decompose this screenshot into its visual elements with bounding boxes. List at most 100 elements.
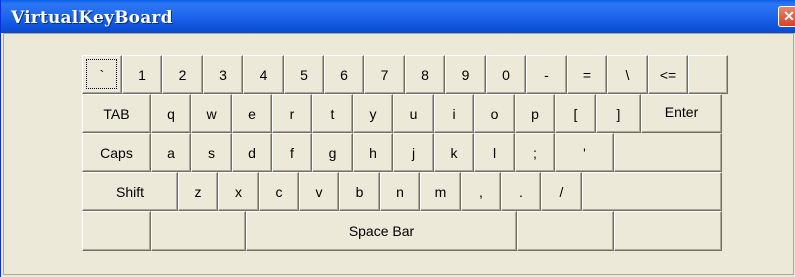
key-s[interactable]: s [191, 133, 232, 172]
key-blank-row5-3[interactable] [517, 211, 614, 251]
close-icon: ✕ [783, 8, 795, 24]
key-quote[interactable]: ' [555, 133, 614, 172]
key-label: 0 [502, 66, 510, 83]
key-right-bracket[interactable]: ] [596, 94, 641, 133]
key-label: q [167, 105, 175, 122]
key-label: - [544, 66, 549, 83]
key-k[interactable]: k [434, 133, 474, 172]
key-space-bar[interactable]: Space Bar [246, 211, 517, 251]
key-label: t [330, 105, 335, 122]
key-blank-row5-4[interactable] [614, 211, 722, 251]
key-enter-lower[interactable] [614, 133, 722, 172]
key-slash[interactable]: / [541, 172, 582, 211]
key-9[interactable]: 9 [445, 55, 486, 94]
key-label: j [411, 144, 416, 161]
key-label: w [206, 105, 217, 122]
key-u[interactable]: u [393, 94, 434, 133]
key-6[interactable]: 6 [324, 55, 364, 94]
key-blank-row1-15[interactable] [688, 55, 728, 94]
key-label: y [369, 105, 377, 122]
key-label: i [452, 105, 456, 122]
key-4[interactable]: 4 [243, 55, 284, 94]
key-p[interactable]: p [515, 94, 555, 133]
key-tab[interactable]: TAB [82, 94, 151, 133]
key-label: l [492, 144, 497, 161]
key-label: , [479, 183, 483, 200]
key-label: x [235, 183, 242, 200]
key-w[interactable]: w [191, 94, 232, 133]
key-z[interactable]: z [178, 172, 218, 211]
key-d[interactable]: d [232, 133, 272, 172]
key-label: ' [583, 144, 586, 161]
key-label: b [355, 183, 364, 200]
key-label: e [248, 105, 256, 122]
key-label: n [396, 183, 404, 200]
key-label: c [275, 183, 283, 200]
key-backtick[interactable]: ` [82, 55, 122, 94]
key-7[interactable]: 7 [364, 55, 405, 94]
key-label: p [531, 105, 539, 122]
close-button[interactable]: ✕ [778, 6, 795, 27]
key-o[interactable]: o [474, 94, 515, 133]
key-backslash[interactable]: \ [607, 55, 648, 94]
key-l[interactable]: l [474, 133, 515, 172]
key-3[interactable]: 3 [203, 55, 243, 94]
key-label: Caps [100, 144, 133, 161]
key-label: 7 [380, 66, 389, 83]
key-label: s [208, 144, 215, 161]
key-equals[interactable]: = [567, 55, 607, 94]
key-2[interactable]: 2 [162, 55, 203, 94]
key-m[interactable]: m [420, 172, 461, 211]
key-n[interactable]: n [380, 172, 420, 211]
key-g[interactable]: g [312, 133, 353, 172]
key-e[interactable]: e [232, 94, 272, 133]
key-label: 6 [340, 66, 348, 83]
key-0[interactable]: 0 [486, 55, 526, 94]
key-minus[interactable]: - [526, 55, 567, 94]
key-c[interactable]: c [259, 172, 299, 211]
key-blank-row5-0[interactable] [82, 211, 151, 251]
key-left-bracket[interactable]: [ [555, 94, 596, 133]
key-h[interactable]: h [353, 133, 393, 172]
key-label: ] [616, 105, 621, 122]
key-label: 3 [219, 66, 227, 83]
key-q[interactable]: q [151, 94, 191, 133]
key-label: / [559, 183, 564, 200]
key-label: 9 [461, 66, 470, 83]
key-8[interactable]: 8 [405, 55, 445, 94]
key-blank-row4-11[interactable] [582, 172, 722, 211]
key-shift[interactable]: Shift [82, 172, 178, 211]
key-comma[interactable]: , [461, 172, 501, 211]
key-label: g [328, 144, 337, 161]
key-i[interactable]: i [434, 94, 474, 133]
key-b[interactable]: b [339, 172, 380, 211]
key-label: 2 [178, 66, 187, 83]
key-1[interactable]: 1 [122, 55, 162, 94]
key-blank-row5-1[interactable] [151, 211, 246, 251]
key-j[interactable]: j [393, 133, 434, 172]
key-label: [ [573, 105, 578, 122]
key-period[interactable]: . [501, 172, 541, 211]
key-t[interactable]: t [312, 94, 353, 133]
key-label: . [519, 183, 523, 200]
key-enter[interactable]: Enter [641, 94, 722, 133]
key-y[interactable]: y [353, 94, 393, 133]
key-label: <= [659, 66, 677, 83]
key-f[interactable]: f [272, 133, 312, 172]
key-a[interactable]: a [151, 133, 191, 172]
key-x[interactable]: x [218, 172, 259, 211]
key-label: f [290, 144, 294, 161]
key-label: d [248, 144, 256, 161]
key-r[interactable]: r [272, 94, 312, 133]
key-label: v [315, 183, 323, 200]
key-5[interactable]: 5 [284, 55, 324, 94]
key-caps-lock[interactable]: Caps [82, 133, 151, 172]
key-backspace[interactable]: <= [648, 55, 688, 94]
key-label: z [194, 183, 202, 200]
key-label: a [167, 144, 175, 161]
key-label: k [450, 144, 458, 161]
key-v[interactable]: v [299, 172, 339, 211]
title-bar[interactable]: VirtualKeyBoard ✕ [1, 0, 795, 33]
virtual-keyboard-window: VirtualKeyBoard ✕ ` 1 2 3 4 5 6 7 8 9 0 - = \ <= TAB q w e… [0, 0, 795, 277]
key-semicolon[interactable]: ; [515, 133, 555, 172]
